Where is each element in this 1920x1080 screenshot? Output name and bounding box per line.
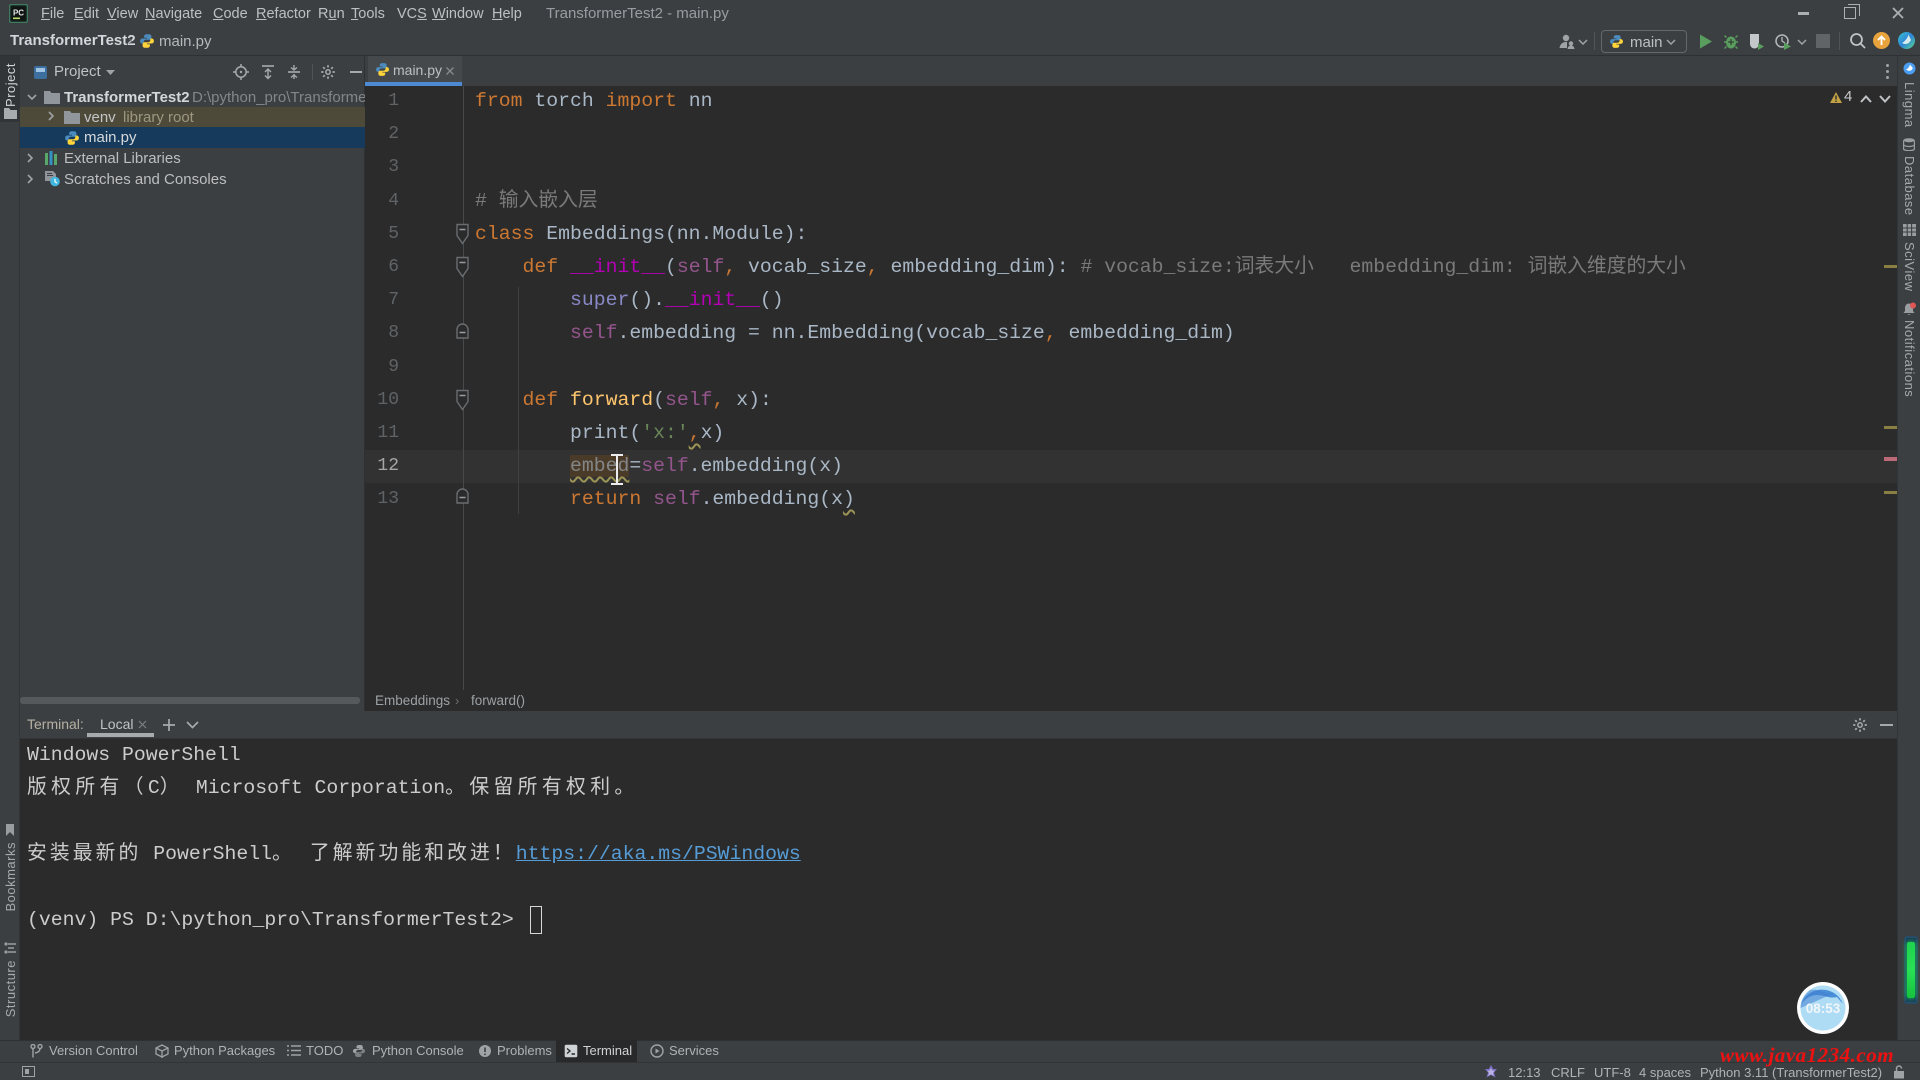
svg-text:PC: PC	[13, 9, 24, 18]
